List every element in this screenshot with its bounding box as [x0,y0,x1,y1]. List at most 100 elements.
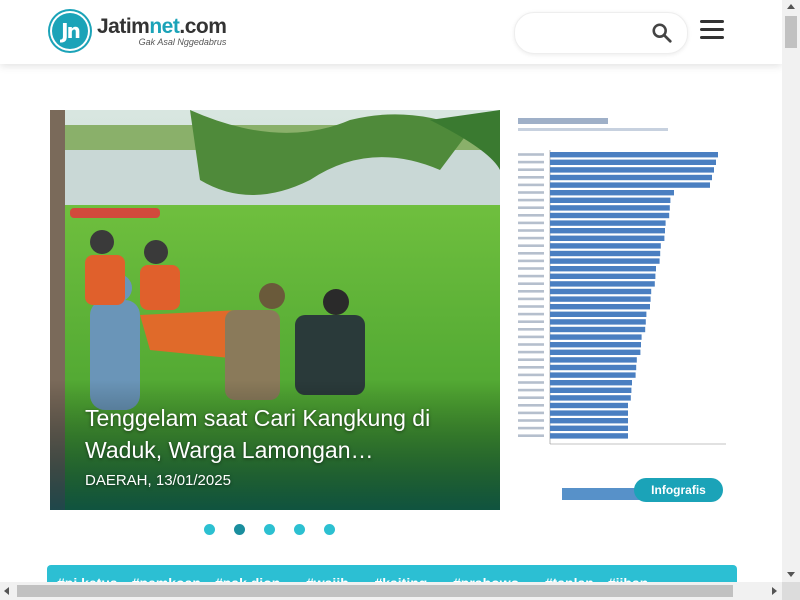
slider-dots [204,524,354,535]
headline-slide[interactable]: Tenggelam saat Cari Kangkung di Waduk, W… [50,110,500,510]
infographic-bar-label [518,282,544,285]
search-icon[interactable] [651,22,673,44]
infographic-bar [550,250,661,257]
infographic-bar-label [518,411,544,415]
infographic-bar-label [518,259,544,263]
headline-title[interactable]: Tenggelam saat Cari Kangkung di Waduk, W… [85,402,485,466]
infographic-bar-label [518,252,544,255]
infographic-bar [550,334,642,340]
infographic-bar [550,380,632,386]
logo-name-part2: net [149,14,180,38]
infographic-bar [550,342,641,348]
slider-dot[interactable] [264,524,275,535]
infographic-bar-label [518,388,544,392]
vertical-scroll-thumb[interactable] [785,16,797,48]
infographic-bar-label [518,350,544,354]
infographic-bar [550,349,641,355]
headline-caption[interactable]: Tenggelam saat Cari Kangkung di Waduk, W… [85,402,485,489]
infographic-bar-label [518,221,544,225]
infographic-bar-label [518,396,544,399]
hamburger-icon[interactable] [700,20,724,44]
logo-mark: Jn [50,11,90,51]
infographic-title-line [518,118,608,124]
infographic-bar-label [518,419,544,422]
infographic-bar [550,212,670,219]
infographic-bar-label [518,214,544,217]
infographic-bar [550,304,650,310]
site-logo[interactable]: Jn Jatimnet.com Gak Asal Nggedabrus [50,11,227,51]
logo-name-part1: Jatim [97,14,150,38]
infographic-bar [550,197,671,203]
infographic-bar [550,402,628,409]
infographic-bar-label [518,206,544,209]
infographic-bar [550,281,655,287]
infographic-bar [550,220,666,226]
infographic-bar-label [518,198,544,202]
infographic-bar [550,205,670,211]
scroll-up-icon[interactable] [787,4,795,9]
infographic-bar [550,311,647,317]
infographic-bar [550,425,628,431]
infographic-bar-label [518,343,544,346]
infographic-bar-label [518,244,544,247]
infographic-panel[interactable] [512,112,736,510]
infographic-bar-label [518,328,544,331]
vertical-scrollbar[interactable] [782,0,800,600]
scroll-right-icon[interactable] [772,587,777,595]
slider-dot[interactable] [204,524,215,535]
logo-text: Jatimnet.com Gak Asal Nggedabrus [97,14,227,47]
infographic-bar [550,152,718,158]
infographic-bar [550,410,628,416]
infographic-bar-label [518,290,544,293]
infographic-subtitle-line [518,128,668,131]
infographic-bar-label [518,305,544,308]
horizontal-scrollbar[interactable] [0,582,782,600]
infographic-bar [550,372,636,378]
infographic-bar-label [518,274,544,278]
infographic-bar-label [518,183,544,187]
logo-name-part3: .com [179,14,227,38]
infographic-bar [550,357,637,363]
logo-name: Jatimnet.com [97,14,227,38]
horizontal-scroll-thumb[interactable] [17,585,733,597]
infographic-bar-label [518,236,544,240]
infographic-bar-label [518,191,544,194]
slider-dot[interactable] [324,524,335,535]
infographic-bar [550,235,665,241]
infografis-badge[interactable]: Infografis [634,478,723,502]
infographic-bar [550,326,646,333]
infographic-bar-label [518,320,544,323]
infographic-bar [550,167,714,173]
infographic-bar [550,266,656,272]
search-box[interactable] [514,12,688,54]
infographic-bar-label [518,335,544,339]
infographic-bar-label [518,366,544,369]
headline-meta: DAERAH, 13/01/2025 [85,472,231,489]
infographic-bar [550,364,637,371]
scrollbar-corner [782,582,800,600]
search-input[interactable] [529,21,653,45]
slider-dot[interactable] [234,524,245,535]
infographic-bar [550,228,665,234]
logo-tagline: Gak Asal Nggedabrus [138,36,227,47]
scroll-left-icon[interactable] [4,587,9,595]
infographic-bar [550,182,710,188]
infographic-bar [550,190,674,196]
infographic-bar-label [518,434,544,437]
infographic-bar-label [518,229,544,232]
infographic-bar [550,258,660,264]
infographic-bar [550,395,631,401]
infographic-bar [550,387,632,393]
infographic-bar-label [518,160,544,164]
site-header: Jn Jatimnet.com Gak Asal Nggedabrus [0,0,782,64]
infographic-bar [550,296,651,302]
infographic-bar [550,418,628,424]
infographic-bar-label [518,358,544,361]
infographic-bar [550,319,646,325]
infographic-bar-label [518,176,544,179]
infographic-bar-label [518,297,544,301]
scroll-down-icon[interactable] [787,572,795,577]
infographic-bar-label [518,312,544,316]
slider-dot[interactable] [294,524,305,535]
infographic-bar-label [518,153,544,156]
